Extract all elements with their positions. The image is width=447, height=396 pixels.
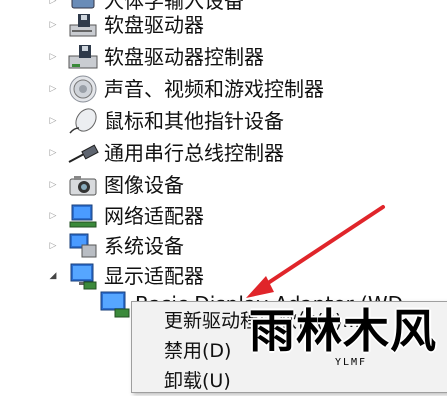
monitor-icon [95, 290, 133, 318]
tree-node-sound-video-game[interactable]: ▷ 声音、视频和游戏控制器 [0, 74, 447, 104]
expand-arrow-icon[interactable]: ▷ [48, 116, 58, 126]
expand-arrow-icon[interactable]: ▷ [48, 0, 58, 6]
collapse-arrow-icon[interactable]: ◢ [48, 271, 58, 281]
tree-node-floppy-drive[interactable]: ▷ 软盘驱动器 [0, 10, 447, 40]
system-devices-icon [66, 231, 100, 261]
menu-item-uninstall[interactable]: 卸载(U) [164, 366, 231, 396]
tree-node-label: 鼠标和其他指针设备 [104, 109, 284, 133]
expand-arrow-icon[interactable]: ▷ [48, 84, 58, 94]
usb-icon [66, 138, 100, 168]
tree-node-display-adapters[interactable]: ◢ 显示适配器 [0, 261, 447, 291]
floppy-drive-icon [66, 10, 100, 40]
expand-arrow-icon[interactable]: ▷ [48, 20, 58, 30]
tree-node-label: 声音、视频和游戏控制器 [104, 77, 324, 101]
tree-node-label: 显示适配器 [104, 264, 204, 288]
tree-node-label: 软盘驱动器 [104, 13, 204, 37]
watermark-subtext: YLMF [335, 357, 368, 368]
expand-arrow-icon[interactable]: ▷ [48, 148, 58, 158]
expand-arrow-icon[interactable]: ▷ [48, 211, 58, 221]
network-adapter-icon [66, 201, 100, 231]
tree-node-floppy-controller[interactable]: ▷ 软盘驱动器控制器 [0, 42, 447, 72]
mouse-icon [66, 106, 100, 136]
speaker-icon [66, 74, 100, 104]
watermark-logo: 雨林木风 YLMF [249, 303, 445, 373]
tree-node-imaging[interactable]: ▷ 图像设备 [0, 170, 447, 200]
menu-item-disable[interactable]: 禁用(D) [164, 336, 231, 366]
tree-node-label: 网络适配器 [104, 204, 204, 228]
tree-node-label: 系统设备 [104, 234, 184, 258]
expand-arrow-icon[interactable]: ▷ [48, 241, 58, 251]
expand-arrow-icon[interactable]: ▷ [48, 180, 58, 190]
tree-node-network[interactable]: ▷ 网络适配器 [0, 201, 447, 231]
display-adapter-icon [66, 261, 100, 291]
tree-node-label: 软盘驱动器控制器 [104, 45, 264, 69]
expand-arrow-icon[interactable]: ▷ [48, 52, 58, 62]
tree-node-mouse[interactable]: ▷ 鼠标和其他指针设备 [0, 106, 447, 136]
tree-node-usb[interactable]: ▷ 通用串行总线控制器 [0, 138, 447, 168]
floppy-controller-icon [66, 42, 100, 72]
watermark-glyphs: 雨林木风 [249, 304, 437, 358]
tree-node-label: 图像设备 [104, 173, 184, 197]
camera-icon [66, 170, 100, 200]
tree-node-label: 通用串行总线控制器 [104, 141, 284, 165]
tree-node-system[interactable]: ▷ 系统设备 [0, 231, 447, 261]
